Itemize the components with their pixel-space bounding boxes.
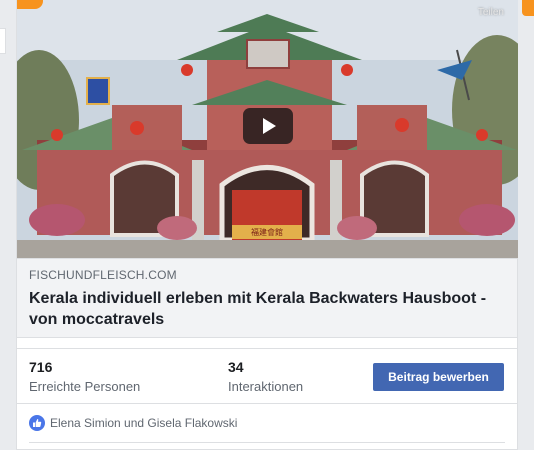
top-orange-tab <box>17 0 43 9</box>
link-domain: FISCHUNDFLEISCH.COM <box>29 268 177 282</box>
right-orange-tab <box>522 0 534 16</box>
page: 福建會館 Teilen FISCHUNDFLEISCH.COM Kerala i… <box>0 0 534 450</box>
left-edge-panel <box>0 28 6 54</box>
right-edge-panel <box>518 16 534 450</box>
like-reaction-icon <box>29 415 45 431</box>
link-title[interactable]: Kerala individuell erleben mit Kerala Ba… <box>29 288 505 330</box>
interactions-count: 34 <box>228 359 244 375</box>
reach-label: Erreichte Personen <box>29 379 141 394</box>
section-spacer <box>17 338 517 349</box>
boost-post-button[interactable]: Beitrag bewerben <box>373 363 504 391</box>
link-preview[interactable]: FISCHUNDFLEISCH.COM Kerala individuell e… <box>17 258 517 338</box>
play-button[interactable] <box>243 108 293 144</box>
reaction-names[interactable]: Elena Simion und Gisela Flakowski <box>50 416 237 430</box>
video-preview[interactable]: 福建會館 Teilen <box>17 0 518 258</box>
post-card: 福建會館 Teilen FISCHUNDFLEISCH.COM Kerala i… <box>16 0 518 450</box>
bottom-divider <box>29 442 505 443</box>
reactions-summary[interactable]: Elena Simion und Gisela Flakowski <box>17 404 517 442</box>
play-icon <box>263 118 276 134</box>
share-link[interactable]: Teilen <box>478 7 504 18</box>
reach-count: 716 <box>29 359 53 375</box>
interactions-stat: 34 Interaktionen <box>228 359 303 394</box>
reach-stat: 716 Erreichte Personen <box>29 359 140 394</box>
gate-sign: 福建會館 <box>251 227 283 237</box>
interactions-label: Interaktionen <box>228 379 304 394</box>
post-insights: 716 Erreichte Personen 34 Interaktionen … <box>17 349 517 403</box>
